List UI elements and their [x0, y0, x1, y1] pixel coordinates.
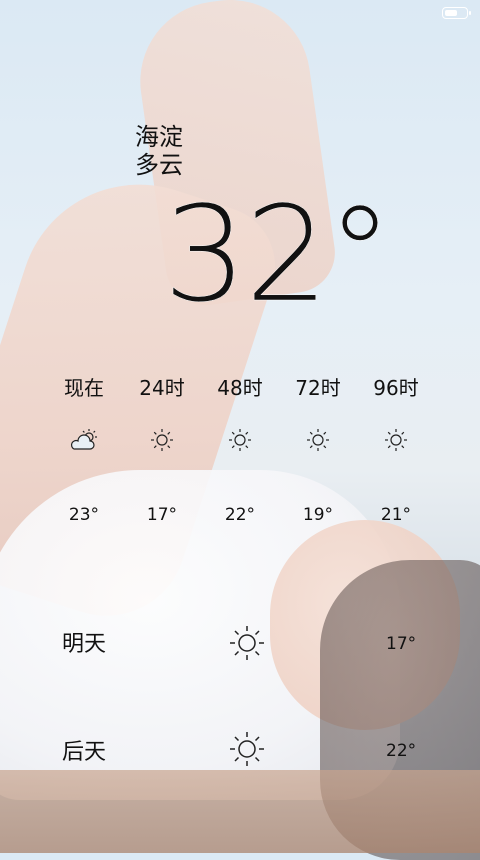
forecast-day-temp: 22°	[386, 741, 417, 761]
city-name[interactable]: 海淀	[135, 123, 183, 151]
partly-cloudy-icon	[45, 428, 123, 456]
current-temperature: 32°	[163, 178, 393, 332]
sun-icon	[123, 428, 201, 456]
sun-icon	[201, 428, 279, 456]
forecast-day-label: 后天	[62, 740, 107, 765]
background-photo-floor	[0, 770, 480, 853]
sun-icon	[228, 730, 266, 772]
weather-condition: 多云	[135, 151, 183, 179]
sun-icon	[228, 624, 266, 666]
forecast-hour-temp: 22°	[224, 505, 256, 525]
forecast-hour-label: 24时	[139, 376, 185, 400]
forecast-hour-temp: 19°	[302, 505, 334, 525]
battery-icon	[442, 7, 471, 19]
sun-icon	[357, 428, 435, 456]
forecast-hour-label: 72时	[295, 376, 341, 400]
forecast-day-temp: 17°	[386, 634, 417, 654]
forecast-hour-label: 48时	[217, 376, 263, 400]
forecast-hour-label: 现在	[64, 376, 104, 400]
forecast-hour-label: 96时	[373, 376, 419, 400]
forecast-day-label: 明天	[62, 632, 107, 657]
sun-icon	[279, 428, 357, 456]
forecast-hour-temp: 21°	[380, 505, 412, 525]
forecast-hour-temp: 17°	[146, 505, 178, 525]
battery-fill	[445, 10, 457, 16]
forecast-hour-temp: 23°	[68, 505, 100, 525]
